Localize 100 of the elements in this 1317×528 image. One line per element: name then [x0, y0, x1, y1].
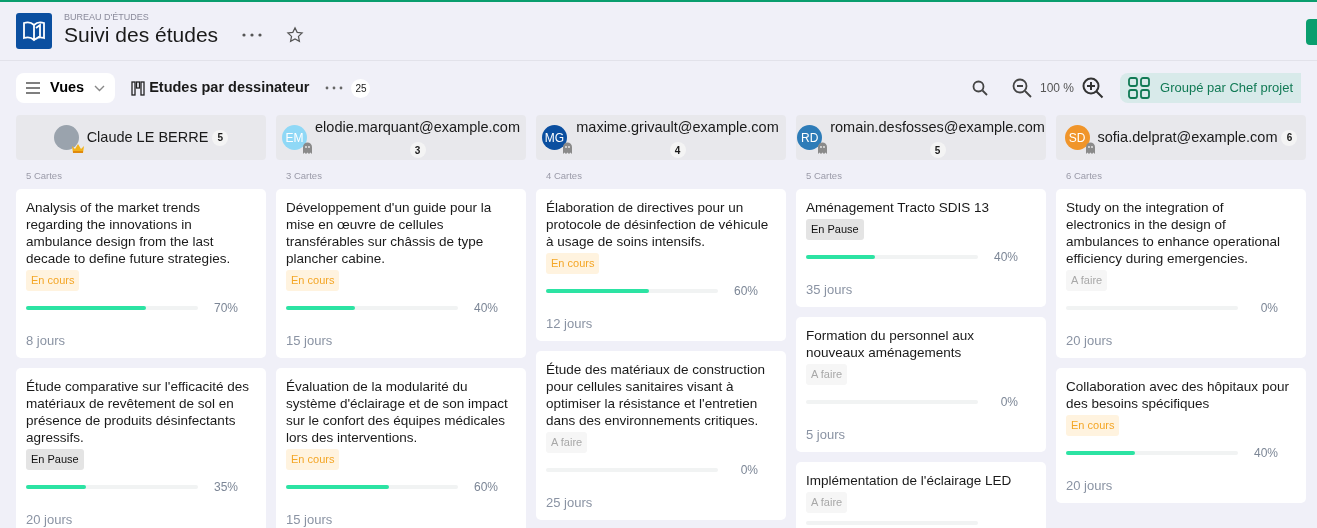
progress-percent: 70%	[212, 299, 238, 317]
page-title: Suivi des études	[64, 22, 219, 48]
card-count-label: 4 Cartes	[546, 169, 583, 183]
duration: 20 jours	[1066, 331, 1114, 350]
progress-percent: 0%	[1259, 299, 1278, 317]
workspace-name: BUREAU D'ÉTUDES	[64, 13, 150, 22]
duration: 8 jours	[26, 331, 67, 350]
progress-percent: 40%	[472, 299, 498, 317]
task-card[interactable]: Collaboration avec des hôpitaux pour des besoins spécifiques En cours 40% 20 jours	[1056, 368, 1306, 504]
status-tag: En cours	[1066, 415, 1120, 436]
task-card[interactable]: Formation du personnel aux nouveaux aménagements A faire 0% 5 jours	[796, 317, 1046, 453]
crown-icon	[70, 143, 85, 154]
task-card[interactable]: Élaboration de directives pour un protocole de désinfection de véhicule à usage de soins intensifs. En cours 60% 12 jours	[536, 189, 786, 342]
duration: 5 jours	[806, 425, 847, 444]
more-icon[interactable]	[242, 32, 263, 37]
ghost-icon	[562, 142, 573, 154]
card-title: Formation du personnel aux nouveaux aménagements	[806, 327, 976, 362]
card-count-label: 5 Cartes	[806, 169, 843, 183]
column-owner: sofia.delprat@example.com	[1097, 127, 1278, 147]
search-icon[interactable]	[972, 80, 988, 96]
status-tag: En cours	[26, 270, 80, 291]
progress-percent: 60%	[472, 478, 498, 496]
book-logo-icon	[16, 13, 52, 49]
status-tag: A faire	[1066, 270, 1108, 291]
ghost-icon	[1084, 142, 1096, 154]
column-header[interactable]: Claude LE BERRE 5	[16, 115, 266, 160]
card-count-label: 5 Cartes	[26, 169, 63, 183]
progress-percent: 0%	[739, 461, 758, 479]
status-tag: En cours	[286, 270, 340, 291]
zoom-level: 100 %	[1040, 80, 1075, 97]
card-title: Analysis of the market trends regarding the innovations in ambulance design from the last decade to define future strategies.	[26, 199, 232, 268]
task-card[interactable]: Aménagement Tracto SDIS 13 En Pause 40% 35 jours	[796, 189, 1046, 308]
card-count: 25	[351, 78, 371, 98]
menu-icon	[26, 82, 40, 94]
count-badge: 5	[212, 129, 229, 146]
zoom-in-icon[interactable]	[1082, 77, 1105, 99]
column-owner: elodie.marquant@example.com	[315, 117, 520, 137]
column-owner: romain.desfosses@example.com	[830, 117, 1045, 137]
avatar: EM	[282, 125, 307, 150]
status-tag: En Pause	[806, 219, 864, 240]
column-header[interactable]: EM elodie.marquant@example.com 3	[276, 115, 526, 160]
column-header[interactable]: MG maxime.grivault@example.com 4	[536, 115, 786, 160]
ghost-icon	[302, 142, 313, 154]
count-badge: 4	[669, 142, 686, 159]
duration: 15 jours	[286, 510, 334, 528]
card-title: Étude comparative sur l'efficacité des matériaux de revêtement de sol en présence de produits désinfectants agressifs.	[26, 378, 250, 447]
group-by-button[interactable]: Groupé par Chef projet	[1120, 73, 1301, 103]
card-title: Développement d'un guide pour la mise en œuvre de cellules transférables sur châssis de type plancher cabine.	[286, 199, 493, 268]
card-title: Aménagement Tracto SDIS 13	[806, 199, 991, 217]
progress-percent: 35%	[212, 478, 238, 496]
task-card[interactable]: Analysis of the market trends regarding the innovations in ambulance design from the last decade to define future strategies. En cours 70% 8 jours	[16, 189, 266, 359]
status-tag: A faire	[806, 364, 848, 385]
more-icon[interactable]	[325, 86, 344, 90]
task-card[interactable]: Développement d'un guide pour la mise en œuvre de cellules transférables sur châssis de type plancher cabine. En cours 40% 15 jours	[276, 189, 526, 359]
card-title: Étude des matériaux de construction pour cellules sanitaires visant à optimiser la résistance et l'entretien dans des environnements critiques.	[546, 361, 767, 430]
status-tag: En Pause	[26, 449, 84, 470]
task-card[interactable]: Étude comparative sur l'efficacité des matériaux de revêtement de sol en présence de produits désinfectants agressifs. En Pause 35% 20 jours	[16, 368, 266, 528]
progress-percent: 60%	[732, 282, 758, 300]
task-card[interactable]: Étude des matériaux de construction pour cellules sanitaires visant à optimiser la résistance et l'entretien dans des environnements critiques. A faire 0% 25 jours	[536, 351, 786, 521]
duration: 20 jours	[26, 510, 74, 528]
card-count-label: 3 Cartes	[286, 169, 323, 183]
column-owner: maxime.grivault@example.com	[576, 117, 779, 137]
progress-percent: 40%	[992, 248, 1018, 266]
duration: 15 jours	[286, 331, 334, 350]
count-badge: 3	[409, 142, 426, 159]
avatar: RD	[797, 125, 823, 150]
card-title: Collaboration avec des hôpitaux pour des besoins spécifiques	[1066, 378, 1290, 413]
card-count-label: 6 Cartes	[1066, 169, 1103, 183]
status-tag: A faire	[546, 432, 588, 453]
task-card[interactable]: Implémentation de l'éclairage LED A faire	[796, 462, 1046, 528]
star-icon[interactable]	[286, 25, 305, 44]
count-badge: 5	[929, 142, 946, 159]
progress-percent: 0%	[999, 393, 1018, 411]
card-title: Élaboration de directives pour un protocole de désinfection de véhicule à usage de soins intensifs.	[546, 199, 770, 251]
views-dropdown[interactable]: Vues	[16, 73, 116, 103]
avatar	[53, 125, 79, 150]
avatar: SD	[1064, 125, 1090, 150]
column-owner: Claude LE BERRE	[86, 127, 209, 147]
count-badge: 6	[1281, 129, 1298, 146]
progress-percent: 40%	[1252, 444, 1278, 462]
card-title: Study on the integration of electronics in the design of ambulances to enhance operational efficiency during emergencies.	[1066, 199, 1281, 268]
ghost-icon	[817, 142, 829, 154]
duration: 35 jours	[806, 280, 854, 299]
duration: 12 jours	[546, 314, 594, 333]
status-tag: A faire	[806, 492, 848, 513]
status-tag: En cours	[286, 449, 340, 470]
view-name: Etudes par dessinateur	[149, 78, 310, 98]
avatar: MG	[542, 125, 567, 150]
card-title: Évaluation de la modularité du système d'éclairage et de son impact sur le confort des équipes médicales lors des interventions.	[286, 378, 509, 447]
task-card[interactable]: Évaluation de la modularité du système d'éclairage et de son impact sur le confort des équipes médicales lors des interventions. En cours 60% 15 jours	[276, 368, 526, 528]
chevron-icon	[94, 84, 106, 92]
zoom-out-icon[interactable]	[1012, 78, 1032, 98]
grid-icon	[1128, 77, 1151, 99]
column-header[interactable]: SD sofia.delprat@example.com 6	[1056, 115, 1306, 160]
column-header[interactable]: RD romain.desfosses@example.com 5	[796, 115, 1046, 160]
duration: 25 jours	[546, 493, 594, 512]
duration: 20 jours	[1066, 476, 1114, 495]
kanban-icon	[131, 80, 146, 96]
card-title: Implémentation de l'éclairage LED	[806, 472, 1013, 490]
task-card[interactable]: Study on the integration of electronics in the design of ambulances to enhance operational efficiency during emergencies. A faire 0% 20 jours	[1056, 189, 1306, 359]
